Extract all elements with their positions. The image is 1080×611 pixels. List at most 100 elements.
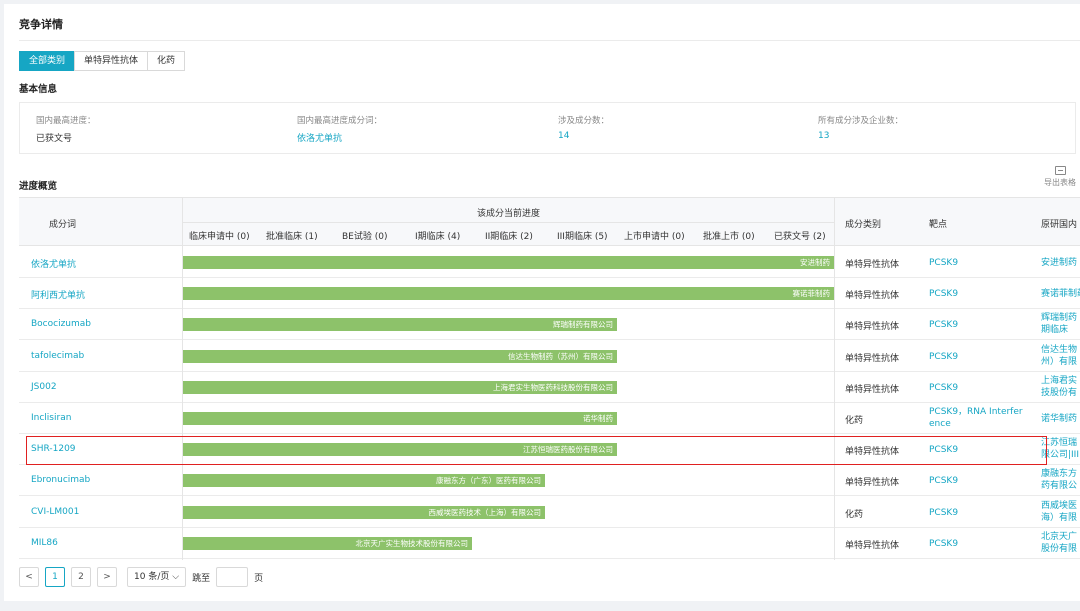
col-stage: 批准上市 (0) — [703, 232, 755, 242]
ingredient-category: 单特异性抗体 — [845, 353, 900, 364]
basic-info-box: 国内最高进度： 已获文号 国内最高进度成分词： 依洛尤单抗 涉及成分数： 14 … — [19, 102, 1076, 154]
tab-all-categories[interactable]: 全部类别 — [19, 51, 76, 71]
target-link[interactable]: PCSK9 — [929, 475, 958, 487]
table-row: Ebronucimab 康融东方（广东）医药有限公司 单特异性抗体 PCSK9 康融东方… — [19, 465, 1080, 497]
target-link[interactable]: PCSK9，RNA Interfer ence — [929, 406, 1023, 430]
col-stage: 临床申请中 (0) — [189, 232, 250, 242]
originator-link[interactable]: 赛诺菲制药 — [1041, 288, 1080, 300]
chevron-down-icon: ⌵ — [172, 572, 180, 582]
ingredient-name-link[interactable]: tafolecimab — [31, 351, 84, 361]
table-row: MIL86 北京天广实生物技术股份有限公司 单特异性抗体 PCSK9 北京天广 股份有限 — [19, 528, 1080, 559]
info-highest-progress: 国内最高进度： 已获文号 — [36, 114, 96, 144]
tab-chemical-drug[interactable]: 化药 — [147, 51, 186, 71]
target-link[interactable]: PCSK9 — [929, 288, 958, 300]
ingredient-category: 单特异性抗体 — [845, 260, 900, 270]
col-divider — [182, 198, 183, 246]
progress-bar[interactable]: 诺华制药 — [183, 412, 617, 425]
export-table-button[interactable]: 导出表格 — [1040, 166, 1080, 188]
info-ingredient-count: 涉及成分数： 14 — [558, 114, 609, 141]
info-value: 已获文号 — [36, 134, 73, 144]
progress-bar-company: 北京天广实生物技术股份有限公司 — [355, 538, 469, 548]
progress-bar[interactable]: 西威埃医药技术（上海）有限公司 — [183, 505, 545, 519]
target-link[interactable]: PCSK9 — [929, 382, 958, 394]
jump-page-input[interactable] — [216, 567, 249, 587]
progress-bar-company: 西威埃医药技术（上海）有限公司 — [428, 507, 542, 517]
table-row: 依洛尤单抗 安进制药 单特异性抗体 PCSK9 安进制药 — [19, 247, 1080, 278]
basic-info-title: 基本信息 — [19, 84, 58, 95]
progress-bar-company: 诺华制药 — [583, 414, 613, 423]
page-size-select[interactable]: 10 条/页 ⌵ — [127, 567, 187, 587]
col-stage: II期临床 (2) — [485, 232, 533, 242]
originator-link[interactable]: 信达生物 州）有限 — [1041, 344, 1080, 368]
highlight-box — [26, 436, 1047, 465]
progress-bar-company: 安进制药 — [800, 258, 830, 267]
originator-link[interactable]: 辉瑞制药 期临床 — [1041, 312, 1080, 336]
ingredient-category: 化药 — [845, 416, 864, 426]
originator-link[interactable]: 诺华制药 — [1041, 413, 1080, 425]
progress-bar[interactable]: 辉瑞制药有限公司 — [183, 318, 617, 332]
col-stage: 上市申请中 (0) — [624, 232, 685, 242]
ingredient-category: 单特异性抗体 — [845, 384, 900, 395]
col-stage: I期临床 (4) — [415, 232, 461, 242]
originator-link[interactable]: 西威埃医 海）有限 — [1041, 500, 1080, 524]
progress-bar-company: 赛诺菲制药 — [792, 289, 831, 299]
info-label: 国内最高进度： — [36, 116, 96, 126]
next-page-button[interactable]: > — [97, 567, 117, 587]
col-divider — [834, 246, 835, 560]
originator-link[interactable]: 安进制药 — [1041, 257, 1080, 269]
info-highest-progress-ingredient: 国内最高进度成分词： 依洛尤单抗 — [297, 114, 382, 144]
ingredient-name-link[interactable]: Ebronucimab — [31, 475, 90, 485]
col-stage: BE试验 (0) — [342, 232, 388, 242]
target-link[interactable]: PCSK9 — [929, 257, 958, 269]
originator-link[interactable]: 上海君实 技股份有 — [1041, 375, 1080, 399]
progress-bar[interactable]: 安进制药 — [183, 256, 834, 269]
info-value-link[interactable]: 依洛尤单抗 — [297, 131, 382, 144]
table-row: 阿利西尤单抗 赛诺菲制药 单特异性抗体 PCSK9 赛诺菲制药 — [19, 278, 1080, 310]
table-row: Inclisiran 诺华制药 化药 PCSK9，RNA Interfer ence 诺… — [19, 403, 1080, 434]
col-category: 成分类别 — [845, 220, 882, 230]
originator-link[interactable]: 北京天广 股份有限 — [1041, 531, 1080, 555]
target-link[interactable]: PCSK9 — [929, 538, 958, 550]
table-row: CVI-LM001 西威埃医药技术（上海）有限公司 化药 PCSK9 西威埃医 海）有限 — [19, 497, 1080, 528]
ingredient-name-link[interactable]: 依洛尤单抗 — [31, 257, 76, 270]
title-divider — [19, 40, 1080, 41]
progress-bar-company: 康融东方（广东）医药有限公司 — [436, 476, 541, 486]
table-row: Bococizumab 辉瑞制药有限公司 单特异性抗体 PCSK9 辉瑞制药 期临床 — [19, 309, 1080, 341]
export-label: 导出表格 — [1044, 178, 1076, 187]
ingredient-category: 单特异性抗体 — [845, 291, 900, 302]
originator-link[interactable]: 康融东方 药有限公 — [1041, 468, 1080, 492]
progress-bar[interactable]: 上海君实生物医药科技股份有限公司 — [183, 380, 617, 394]
table-row: tafolecimab 信达生物制药（苏州）有限公司 单特异性抗体 PCSK9 信达生物… — [19, 341, 1080, 372]
ingredient-name-link[interactable]: CVI-LM001 — [31, 507, 79, 517]
ingredient-category: 单特异性抗体 — [845, 478, 900, 489]
ingredient-name-link[interactable]: Bococizumab — [31, 319, 91, 329]
info-label: 所有成分涉及企业数： — [818, 116, 904, 126]
competition-detail-panel: 竞争详情 全部类别 单特异性抗体 化药 基本信息 国内最高进度： 已获文号 国内… — [4, 4, 1080, 601]
tab-monospecific-antibody[interactable]: 单特异性抗体 — [74, 51, 149, 71]
ingredient-name-link[interactable]: Inclisiran — [31, 413, 71, 423]
progress-bar[interactable]: 康融东方（广东）医药有限公司 — [183, 474, 545, 488]
page-1-button[interactable]: 1 — [45, 567, 65, 587]
progress-bar[interactable]: 信达生物制药（苏州）有限公司 — [183, 349, 617, 363]
target-link[interactable]: PCSK9 — [929, 319, 958, 331]
target-link[interactable]: PCSK9 — [929, 351, 958, 363]
info-value-link[interactable]: 13 — [818, 131, 903, 141]
info-label: 涉及成分数： — [558, 116, 610, 126]
col-name: 成分词 — [49, 220, 77, 230]
progress-overview-title: 进度概览 — [19, 181, 58, 192]
page-2-button[interactable]: 2 — [71, 567, 91, 587]
ingredient-name-link[interactable]: 阿利西尤单抗 — [31, 288, 85, 301]
ingredient-name-link[interactable]: MIL86 — [31, 538, 58, 548]
col-stage: 已获文号 (2) — [774, 232, 826, 242]
progress-bar[interactable]: 北京天广实生物技术股份有限公司 — [183, 536, 472, 550]
ingredient-name-link[interactable]: JS002 — [31, 382, 57, 392]
target-link[interactable]: PCSK9 — [929, 507, 958, 519]
info-value-link[interactable]: 14 — [558, 131, 609, 141]
col-stage-group: 该成分当前进度 — [477, 209, 541, 219]
table-header: 成分词 该成分当前进度 临床申请中 (0) 批准临床 (1) BE试验 (0) … — [19, 198, 1080, 246]
prev-page-button[interactable]: < — [19, 567, 39, 587]
header-divider — [182, 222, 834, 223]
progress-bar[interactable]: 赛诺菲制药 — [183, 287, 834, 301]
col-divider — [182, 246, 183, 560]
pagination: < 1 2 > 10 条/页 ⌵ 跳至 页 — [19, 567, 263, 587]
